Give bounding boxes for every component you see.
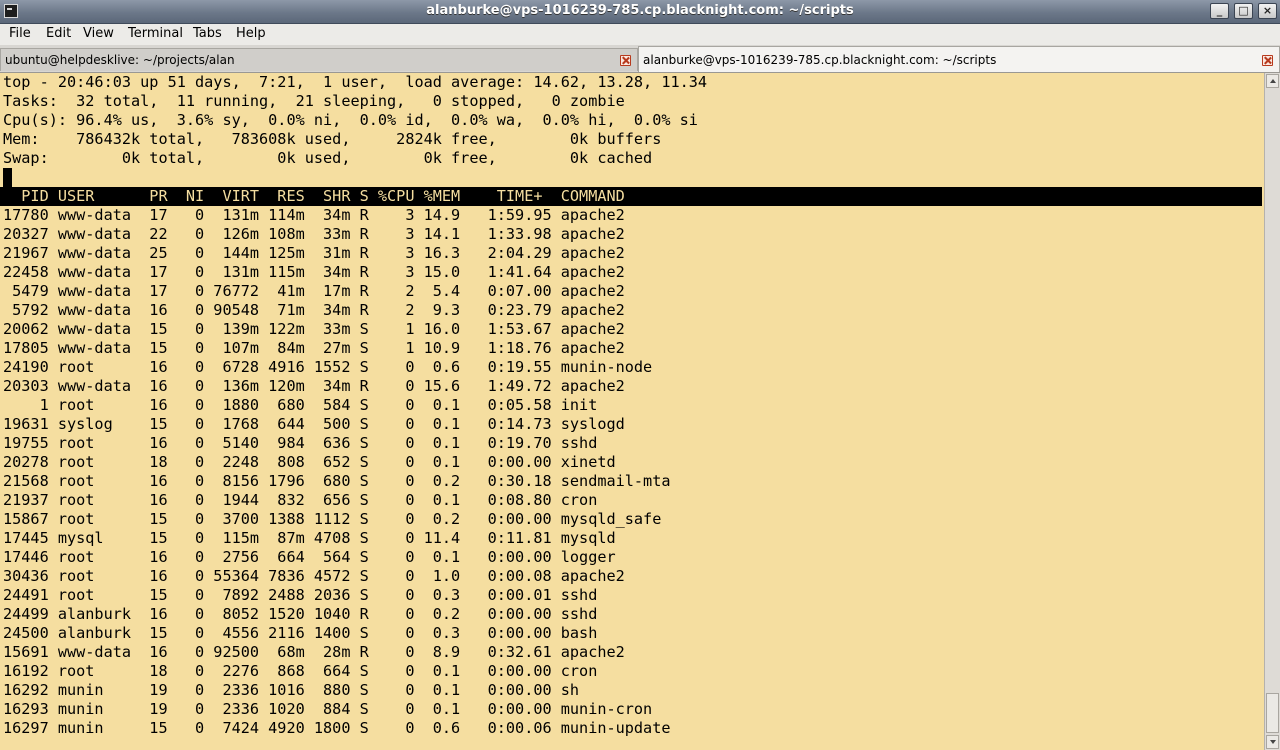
tab-label: alanburke@vps-1016239-785.cp.blacknight.…	[643, 53, 997, 67]
summary-tasks: Tasks: 32 total, 11 running, 21 sleeping…	[3, 92, 625, 110]
menu-terminal[interactable]: Terminal	[128, 26, 183, 41]
minimize-button[interactable]: _	[1210, 3, 1229, 19]
tab-label: ubuntu@helpdesklive: ~/projects/alan	[5, 53, 235, 67]
table-row: 24499 alanburk 16 0 8052 1520 1040 R 0 0…	[3, 605, 598, 623]
table-row: 19755 root 16 0 5140 984 636 S 0 0.1 0:1…	[3, 434, 598, 452]
menu-edit[interactable]: Edit	[46, 26, 71, 41]
menu-bar: File Edit View Terminal Tabs Help	[0, 24, 1280, 45]
scrollbar-thumb[interactable]	[1266, 693, 1279, 733]
text-cursor	[3, 168, 12, 187]
table-row: 21937 root 16 0 1944 832 656 S 0 0.1 0:0…	[3, 491, 598, 509]
table-row: 17780 www-data 17 0 131m 114m 34m R 3 14…	[3, 206, 625, 224]
table-row: 5479 www-data 17 0 76772 41m 17m R 2 5.4…	[3, 282, 625, 300]
process-table-header: PID USER PR NI VIRT RES SHR S %CPU %MEM …	[0, 187, 1262, 206]
table-row: 21967 www-data 25 0 144m 125m 31m R 3 16…	[3, 244, 625, 262]
menu-help[interactable]: Help	[236, 26, 266, 41]
scroll-up-arrow-icon[interactable]	[1266, 74, 1279, 88]
table-row: 16292 munin 19 0 2336 1016 880 S 0 0.1 0…	[3, 681, 580, 699]
table-row: 20303 www-data 16 0 136m 120m 34m R 0 15…	[3, 377, 625, 395]
close-tab-icon[interactable]	[1262, 55, 1273, 66]
process-table-header-text: PID USER PR NI VIRT RES SHR S %CPU %MEM …	[3, 187, 625, 205]
table-row: 22458 www-data 17 0 131m 115m 34m R 3 15…	[3, 263, 625, 281]
terminal-screen[interactable]: top - 20:46:03 up 51 days, 7:21, 1 user,…	[0, 73, 1264, 750]
window-titlebar[interactable]: alanburke@vps-1016239-785.cp.blacknight.…	[0, 0, 1280, 24]
tab-helpdesklive[interactable]: ubuntu@helpdesklive: ~/projects/alan	[0, 48, 638, 71]
menu-file[interactable]: File	[9, 26, 31, 41]
table-row: 20278 root 18 0 2248 808 652 S 0 0.1 0:0…	[3, 453, 616, 471]
table-row: 15867 root 15 0 3700 1388 1112 S 0 0.2 0…	[3, 510, 662, 528]
scroll-down-arrow-icon[interactable]	[1266, 735, 1279, 749]
table-row: 1 root 16 0 1880 680 584 S 0 0.1 0:05.58…	[3, 396, 598, 414]
summary-cpu: Cpu(s): 96.4% us, 3.6% sy, 0.0% ni, 0.0%…	[3, 111, 698, 129]
table-row: 16297 munin 15 0 7424 4920 1800 S 0 0.6 …	[3, 719, 671, 737]
window-title: alanburke@vps-1016239-785.cp.blacknight.…	[426, 3, 854, 18]
terminal-scrollbar[interactable]	[1264, 73, 1280, 750]
table-row: 21568 root 16 0 8156 1796 680 S 0 0.2 0:…	[3, 472, 671, 490]
table-row: 5792 www-data 16 0 90548 71m 34m R 2 9.3…	[3, 301, 625, 319]
table-row: 24491 root 15 0 7892 2488 2036 S 0 0.3 0…	[3, 586, 598, 604]
summary-swap: Swap: 0k total, 0k used, 0k free, 0k cac…	[3, 149, 653, 167]
table-row: 20327 www-data 22 0 126m 108m 33m R 3 14…	[3, 225, 625, 243]
close-window-button[interactable]: ×	[1258, 3, 1277, 19]
menu-view[interactable]: View	[83, 26, 114, 41]
tab-bar: ubuntu@helpdesklive: ~/projects/alan ala…	[0, 45, 1280, 73]
table-row: 16293 munin 19 0 2336 1020 884 S 0 0.1 0…	[3, 700, 653, 718]
tab-vps-scripts[interactable]: alanburke@vps-1016239-785.cp.blacknight.…	[638, 46, 1280, 72]
table-row: 20062 www-data 15 0 139m 122m 33m S 1 16…	[3, 320, 625, 338]
summary-mem: Mem: 786432k total, 783608k used, 2824k …	[3, 130, 662, 148]
table-row: 24190 root 16 0 6728 4916 1552 S 0 0.6 0…	[3, 358, 653, 376]
close-tab-icon[interactable]	[620, 55, 631, 66]
summary-uptime: top - 20:46:03 up 51 days, 7:21, 1 user,…	[3, 73, 708, 91]
table-row: 19631 syslog 15 0 1768 644 500 S 0 0.1 0…	[3, 415, 625, 433]
table-row: 15691 www-data 16 0 92500 68m 28m R 0 8.…	[3, 643, 625, 661]
table-row: 17805 www-data 15 0 107m 84m 27m S 1 10.…	[3, 339, 625, 357]
menu-tabs[interactable]: Tabs	[193, 26, 222, 41]
table-row: 17445 mysql 15 0 115m 87m 4708 S 0 11.4 …	[3, 529, 616, 547]
maximize-button[interactable]: □	[1234, 3, 1253, 19]
table-row: 16192 root 18 0 2276 868 664 S 0 0.1 0:0…	[3, 662, 598, 680]
table-row: 17446 root 16 0 2756 664 564 S 0 0.1 0:0…	[3, 548, 616, 566]
table-row: 24500 alanburk 15 0 4556 2116 1400 S 0 0…	[3, 624, 598, 642]
table-row: 30436 root 16 0 55364 7836 4572 S 0 1.0 …	[3, 567, 625, 585]
